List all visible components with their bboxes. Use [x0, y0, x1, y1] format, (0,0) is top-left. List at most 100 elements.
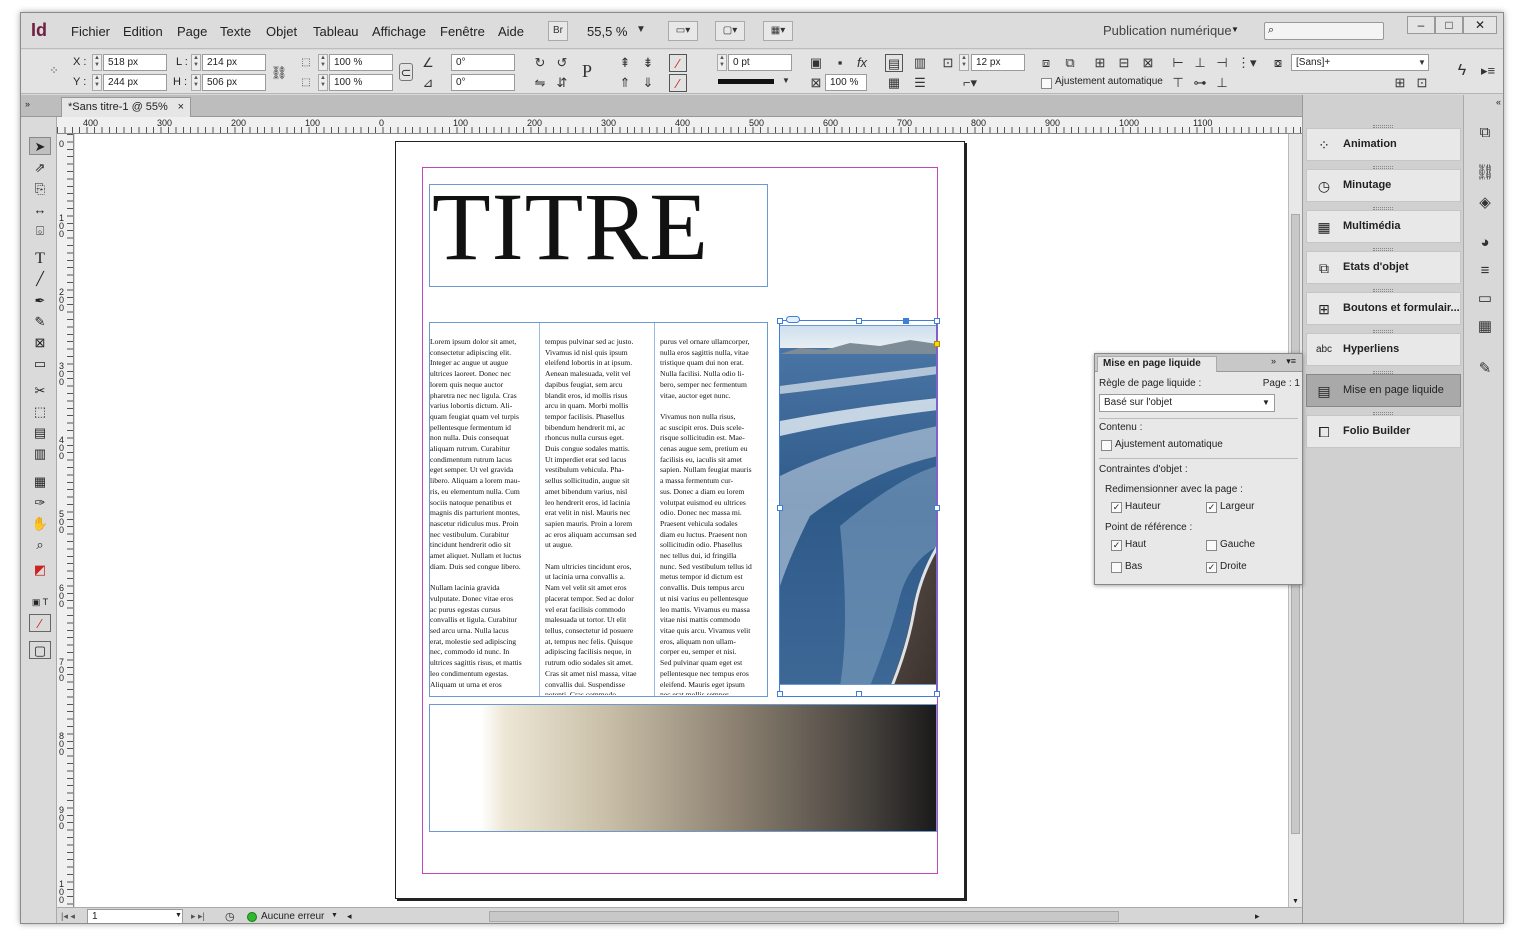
collapse-panel-icon[interactable]: » — [1271, 356, 1276, 366]
width-field[interactable]: 214 px — [202, 54, 266, 71]
hand-tool-icon[interactable]: ✋ — [29, 515, 51, 533]
width-stepper[interactable]: ▲ ▼ — [191, 54, 201, 71]
fill-swatch-icon[interactable]: ⁄ — [669, 54, 687, 72]
bottom-checkbox[interactable] — [1111, 562, 1122, 573]
note-tool-icon[interactable]: ▦ — [29, 473, 51, 491]
swatches-panel-icon[interactable]: ◕ — [1474, 233, 1496, 253]
rotate-cw-icon[interactable]: ↻ — [531, 54, 549, 72]
center-content-icon[interactable]: ⊞ — [1091, 54, 1109, 72]
scale-x-field[interactable]: 100 % — [329, 54, 393, 71]
articles-panel-icon[interactable]: ✎ — [1474, 359, 1496, 379]
page-number-field[interactable]: 1 — [87, 909, 183, 923]
resize-handle[interactable] — [777, 691, 783, 697]
workspace-selector[interactable]: Publication numérique — [1103, 23, 1232, 38]
panel-multimedia[interactable]: ▦ Multimédia — [1306, 210, 1461, 243]
resize-handle[interactable] — [934, 505, 940, 511]
reference-point-icon[interactable]: ⁘ — [45, 62, 63, 80]
expand-strip-icon[interactable]: « — [1496, 97, 1501, 107]
stroke-panel-icon[interactable]: ≡ — [1474, 261, 1496, 281]
scroll-right-icon[interactable]: ▸ — [1255, 911, 1260, 922]
panel-boutons[interactable]: ⊞ Boutons et formulair... — [1306, 292, 1461, 325]
align-middle-icon[interactable]: ⊶ — [1191, 74, 1209, 92]
clear-overrides-icon[interactable]: ⊞ — [1391, 74, 1409, 92]
select-content-icon[interactable]: ⇟ — [639, 54, 657, 72]
menu-fenetre[interactable]: Fenêtre — [440, 24, 485, 39]
title-frame[interactable]: TITRE — [429, 173, 768, 287]
line-tool-icon[interactable]: ╱ — [29, 270, 51, 288]
fit-proportionally-icon[interactable]: ⊠ — [1139, 54, 1157, 72]
scroll-left-icon[interactable]: ◂ — [347, 911, 352, 922]
drop-shadow-icon[interactable]: ▣ — [807, 54, 825, 72]
zoom-level[interactable]: 55,5 % — [587, 24, 627, 39]
align-top-icon[interactable]: ⊤ — [1169, 74, 1187, 92]
formatting-container-icon[interactable]: ▣ T — [29, 593, 51, 611]
scissors-tool-icon[interactable]: ✂ — [29, 382, 51, 400]
first-page-icon[interactable]: |◂ ◂ — [61, 911, 75, 922]
eyedropper-tool-icon[interactable]: ✑ — [29, 494, 51, 512]
document-title[interactable]: TITRE — [432, 171, 709, 282]
select-previous-icon[interactable]: ⇑ — [616, 74, 634, 92]
top-checkbox[interactable]: ✓ — [1111, 540, 1122, 551]
pen-tool-icon[interactable]: ✒ — [29, 292, 51, 310]
body-text-frame[interactable]: Lorem ipsum dolor sit amet, consectetur … — [429, 322, 768, 697]
stroke-type-dropdown-icon[interactable]: ▼ — [777, 72, 795, 90]
y-stepper[interactable]: ▲ ▼ — [92, 74, 102, 91]
maximize-button[interactable]: □ — [1435, 16, 1463, 34]
width-checkbox[interactable]: ✓ — [1206, 502, 1217, 513]
distribute-icon[interactable]: ⋮▾ — [1237, 54, 1257, 72]
fit-frame-content-icon[interactable]: ⧉ — [1061, 54, 1079, 72]
resize-handle[interactable] — [777, 505, 783, 511]
menu-texte[interactable]: Texte — [220, 24, 251, 39]
path-direction-icon[interactable]: P — [578, 62, 596, 80]
gradient-panel-icon[interactable]: ▭ — [1474, 289, 1496, 309]
panel-folio-builder[interactable]: ⧠ Folio Builder — [1306, 415, 1461, 448]
gap-tool-icon[interactable]: ↔ — [29, 201, 51, 219]
content-collector-icon[interactable]: ⌺ — [29, 222, 51, 240]
collapse-tools-icon[interactable]: » — [25, 99, 30, 109]
object-style-dropdown-icon[interactable]: ▼ — [1413, 54, 1431, 72]
menu-edition[interactable]: Edition — [123, 24, 163, 39]
stroke-type-swatch[interactable] — [718, 79, 774, 84]
menu-tableau[interactable]: Tableau — [313, 24, 359, 39]
rectangle-tool-icon[interactable]: ▭ — [29, 355, 51, 373]
pencil-tool-icon[interactable]: ✎ — [29, 313, 51, 331]
apply-none-icon[interactable]: ⁄ — [29, 614, 51, 632]
resize-handle[interactable] — [856, 691, 862, 697]
view-options-icon[interactable]: ▭▾ — [668, 21, 698, 41]
liquid-panel-tab[interactable]: Mise en page liquide — [1097, 356, 1217, 372]
minimize-button[interactable]: – — [1407, 16, 1435, 34]
shadow-icon[interactable]: ▪ — [831, 54, 849, 72]
corner-shape-icon[interactable]: ⌐▾ — [961, 74, 979, 92]
effects-icon[interactable]: fx — [853, 54, 871, 72]
document-tab[interactable]: *Sans titre-1 @ 55% × — [61, 97, 191, 117]
flip-horizontal-icon[interactable]: ⇋ — [531, 74, 549, 92]
panel-mise-en-page-liquide[interactable]: ▤ Mise en page liquide — [1306, 374, 1461, 407]
table-panel-icon[interactable]: ▦ — [1474, 317, 1496, 337]
page-dropdown-icon[interactable]: ▼ — [175, 912, 182, 919]
search-input[interactable]: ⌕ — [1264, 22, 1384, 40]
align-bottom-icon[interactable]: ⊥ — [1213, 74, 1231, 92]
align-stroke-center-icon[interactable]: ▤ — [885, 54, 903, 72]
panel-etats-objet[interactable]: ⧉ Etats d'objet — [1306, 251, 1461, 284]
select-container-icon[interactable]: ⇞ — [616, 54, 634, 72]
pages-panel-icon[interactable]: ⧉ — [1474, 123, 1496, 143]
right-checkbox[interactable]: ✓ — [1206, 562, 1217, 573]
resize-handle[interactable] — [903, 318, 909, 324]
auto-fit-checkbox[interactable] — [1101, 440, 1112, 451]
gutter-field[interactable]: 12 px — [971, 54, 1025, 71]
left-checkbox[interactable] — [1206, 540, 1217, 551]
links-panel-icon[interactable]: ⛓ — [1474, 163, 1496, 183]
selection-tool-icon[interactable]: ➤ — [29, 137, 51, 155]
menu-aide[interactable]: Aide — [498, 24, 524, 39]
panel-animation[interactable]: ⁘ Animation — [1306, 128, 1461, 161]
scroll-down-icon[interactable]: ▼ — [1292, 898, 1299, 905]
menu-objet[interactable]: Objet — [266, 24, 297, 39]
horizontal-scroll-thumb[interactable] — [489, 911, 1119, 922]
stroke-swatch-icon[interactable]: ⁄ — [669, 74, 687, 92]
text-column-1[interactable]: Lorem ipsum dolor sit amet, consectetur … — [430, 337, 539, 695]
arrange-documents-icon[interactable]: ▦▾ — [763, 21, 793, 41]
panel-minutage[interactable]: ◷ Minutage — [1306, 169, 1461, 202]
gradient-rectangle[interactable] — [429, 704, 937, 832]
panel-menu-icon[interactable]: ▸≡ — [1479, 62, 1497, 80]
selected-frame[interactable] — [777, 316, 940, 697]
